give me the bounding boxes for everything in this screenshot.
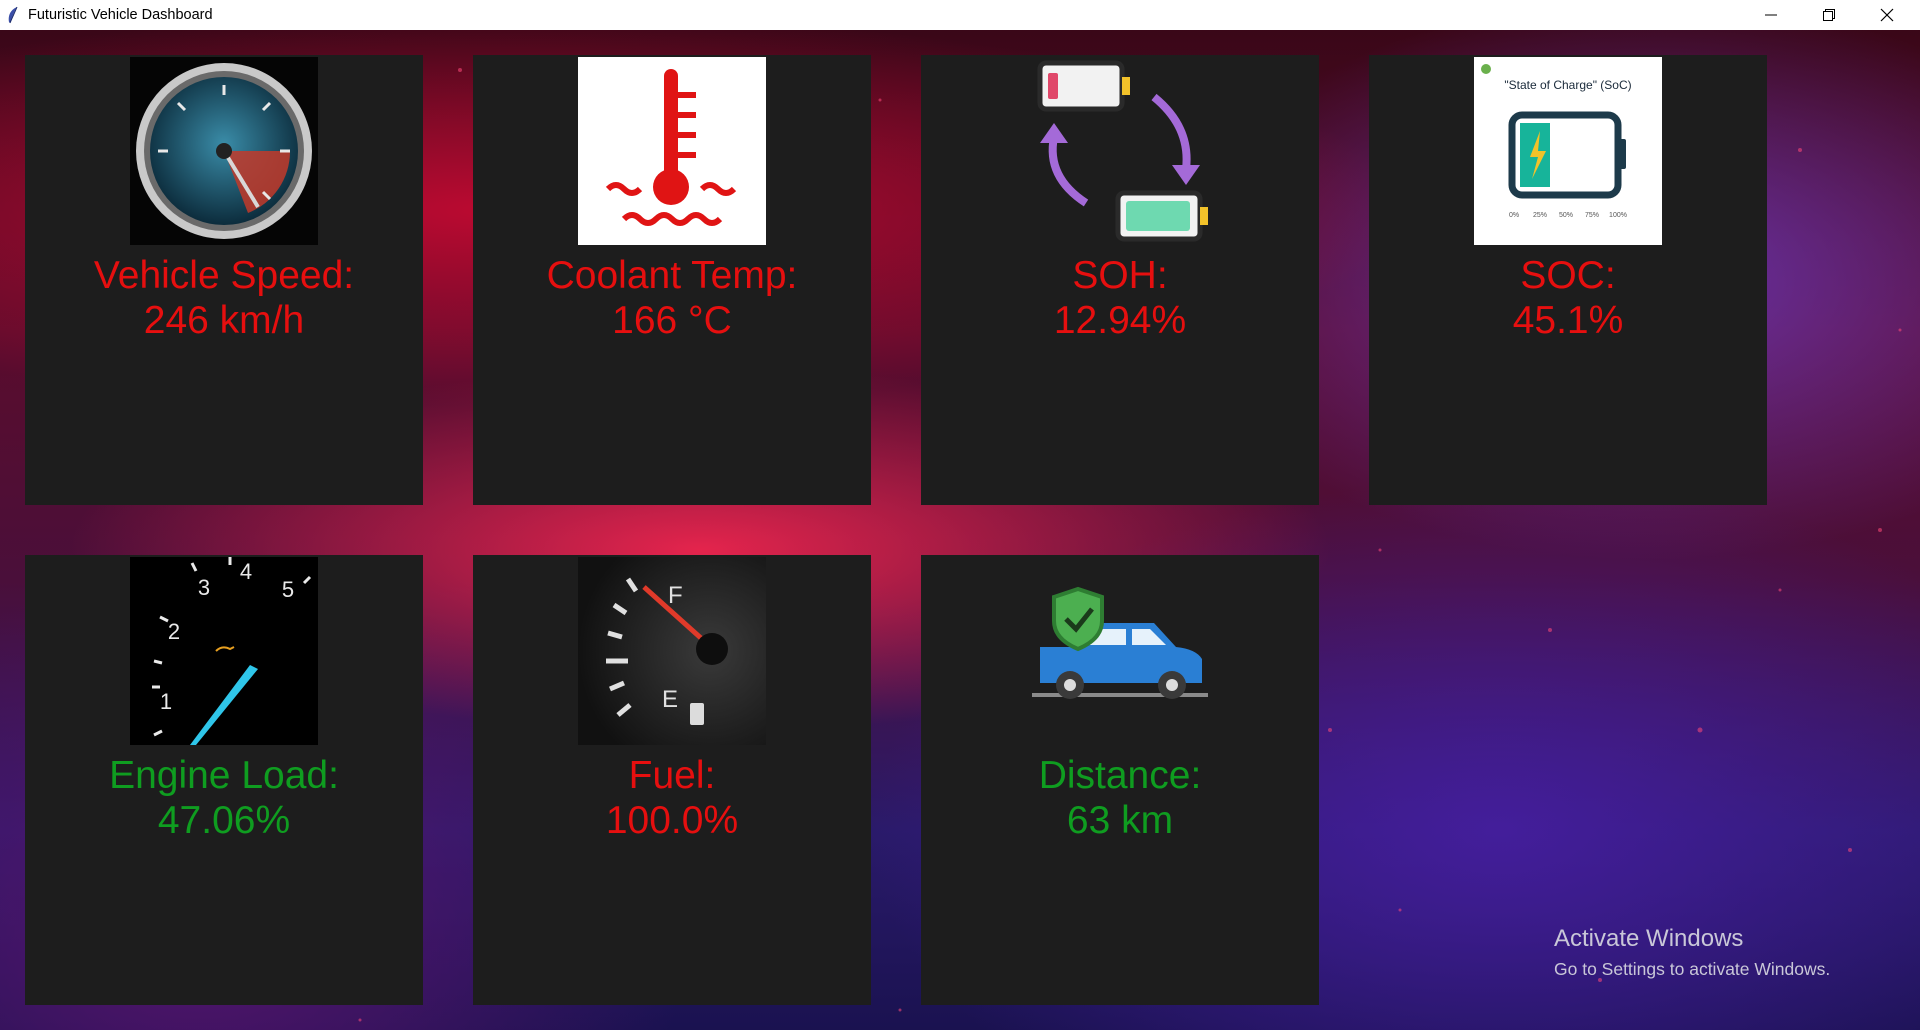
title-bar: Futuristic Vehicle Dashboard <box>0 0 1920 30</box>
soc-image-title: "State of Charge" (SoC) <box>1504 78 1631 92</box>
soc-card: "State of Charge" (SoC) 0% 25% 50% 75% 1… <box>1369 55 1767 505</box>
window-title: Futuristic Vehicle Dashboard <box>28 7 213 23</box>
card-value: 47.06% <box>157 799 291 842</box>
tachometer-icon: 1 2 3 4 5 <box>130 557 318 745</box>
card-value: 12.94% <box>1053 299 1187 342</box>
battery-cycle-icon <box>1026 57 1214 245</box>
soc-tick: 25% <box>1533 212 1547 219</box>
fuel-full-mark: F <box>668 582 683 609</box>
speedometer-icon <box>130 57 318 245</box>
soc-tick: 0% <box>1509 212 1519 219</box>
car-shield-icon <box>1026 557 1214 745</box>
tach-tick: 5 <box>282 577 294 602</box>
card-label: Coolant Temp: <box>546 254 798 297</box>
minimize-button[interactable] <box>1742 0 1800 30</box>
card-value: 100.0% <box>605 799 739 842</box>
restore-icon <box>1823 9 1835 21</box>
card-value: 246 km/h <box>143 299 305 342</box>
tach-tick: 3 <box>198 575 210 600</box>
fuel-card: F E Fuel: 100.0% <box>473 555 871 1005</box>
soc-tick: 100% <box>1609 212 1627 219</box>
minimize-icon <box>1765 14 1777 16</box>
card-label: Fuel: <box>628 754 716 797</box>
coolant-thermometer-icon <box>578 57 766 245</box>
tach-tick: 2 <box>168 619 180 644</box>
card-label: Distance: <box>1038 754 1202 797</box>
tach-tick: 4 <box>240 559 252 584</box>
fuel-empty-mark: E <box>662 686 678 713</box>
distance-card: Distance: 63 km <box>921 555 1319 1005</box>
card-label: SOC: <box>1520 254 1616 297</box>
card-value: 63 km <box>1066 799 1174 842</box>
soc-tick: 50% <box>1559 212 1573 219</box>
activation-watermark-title: Activate Windows <box>1554 925 1744 952</box>
card-label: SOH: <box>1072 254 1168 297</box>
vehicle-speed-card: Vehicle Speed: 246 km/h <box>25 55 423 505</box>
restore-button[interactable] <box>1800 0 1858 30</box>
tach-tick: 1 <box>160 689 172 714</box>
soh-card: SOH: 12.94% <box>921 55 1319 505</box>
coolant-temp-card: Coolant Temp: 166 °C <box>473 55 871 505</box>
card-label: Vehicle Speed: <box>93 254 355 297</box>
card-value: 166 °C <box>612 299 732 342</box>
state-of-charge-icon: "State of Charge" (SoC) 0% 25% 50% 75% 1… <box>1474 57 1662 245</box>
fuel-gauge-icon: F E <box>578 557 766 745</box>
close-icon <box>1880 8 1894 22</box>
card-value: 45.1% <box>1512 299 1624 342</box>
feather-icon <box>8 6 18 24</box>
activation-watermark-subtitle: Go to Settings to activate Windows. <box>1554 959 1831 979</box>
engine-load-card: 1 2 3 4 5 Engine Load: 47.06% <box>25 555 423 1005</box>
card-label: Engine Load: <box>109 754 339 797</box>
close-button[interactable] <box>1858 0 1916 30</box>
soc-tick: 75% <box>1585 212 1599 219</box>
